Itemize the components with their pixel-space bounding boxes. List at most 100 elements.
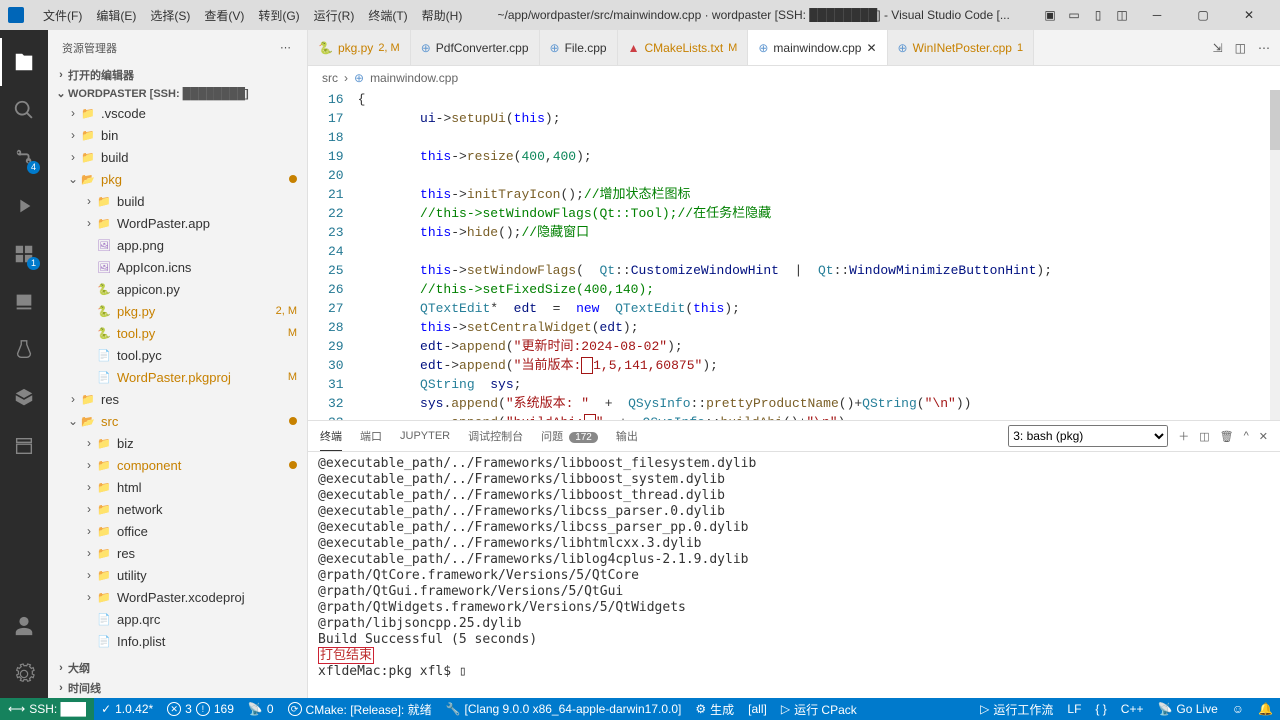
maximize-panel-icon[interactable]: ^ — [1244, 430, 1249, 442]
tab-pkg-py[interactable]: 🐍pkg.py2, M — [308, 30, 411, 65]
sb-problems[interactable]: ✕3 !169 — [160, 698, 241, 720]
project-icon[interactable] — [0, 422, 48, 470]
references-icon[interactable] — [0, 374, 48, 422]
tree-folder-src[interactable]: ⌄📂src — [48, 410, 307, 432]
tab-cmakelists[interactable]: ▲CMakeLists.txtM — [618, 30, 749, 65]
sb-build[interactable]: ⚙ 生成 — [688, 698, 741, 720]
tree-file-pkg-py[interactable]: 🐍pkg.py2, M — [48, 300, 307, 322]
tree-folder-vscode[interactable]: ›📁.vscode — [48, 102, 307, 124]
tree-file-appicon-py[interactable]: 🐍appicon.py — [48, 278, 307, 300]
tab-wininetposter[interactable]: ⊕WinINetPoster.cpp1 — [888, 30, 1035, 65]
sb-target[interactable]: [all] — [741, 698, 774, 720]
tree-folder-res[interactable]: ›📁res — [48, 388, 307, 410]
menu-selection[interactable]: 选择(S) — [143, 7, 197, 24]
breadcrumb[interactable]: src›⊕mainwindow.cpp — [308, 66, 1280, 90]
tree-folder-bin[interactable]: ›📁bin — [48, 124, 307, 146]
debug-console-tab[interactable]: 调试控制台 — [468, 428, 523, 444]
minimize-button[interactable]: ─ — [1134, 0, 1180, 30]
ports-tab[interactable]: 端口 — [360, 428, 382, 444]
sb-bell-icon[interactable]: 🔔 — [1251, 698, 1280, 720]
terminal-output[interactable]: @executable_path/../Frameworks/libboost_… — [308, 452, 1280, 698]
tree-folder-pkg[interactable]: ⌄📂pkg — [48, 168, 307, 190]
sb-feedback-icon[interactable]: ☺ — [1225, 698, 1251, 720]
account-icon[interactable] — [0, 602, 48, 650]
explorer-icon[interactable] — [0, 38, 48, 86]
maximize-button[interactable]: ▢ — [1180, 0, 1226, 30]
tree-folder-html[interactable]: ›📁html — [48, 476, 307, 498]
menu-file[interactable]: 文件(F) — [36, 7, 89, 24]
tree-folder-office[interactable]: ›📁office — [48, 520, 307, 542]
sb-ports[interactable]: 📡 0 — [241, 698, 281, 720]
tree-folder-network[interactable]: ›📁network — [48, 498, 307, 520]
terminal-tab[interactable]: 终端 — [320, 428, 342, 451]
search-icon[interactable] — [0, 86, 48, 134]
sb-kit[interactable]: 🔧 [Clang 9.0.0 x86_64-apple-darwin17.0.0… — [439, 698, 689, 720]
tree-file-appicon-icns[interactable]: 🖼AppIcon.icns — [48, 256, 307, 278]
sb-golive[interactable]: 📡 Go Live — [1150, 698, 1224, 720]
tree-folder-build[interactable]: ›📁build — [48, 146, 307, 168]
sb-language[interactable]: C++ — [1114, 698, 1151, 720]
layout-icon[interactable]: ◫ — [1113, 8, 1131, 22]
minimap[interactable] — [1270, 90, 1280, 420]
compare-icon[interactable]: ⇲ — [1213, 41, 1223, 55]
tree-folder-res2[interactable]: ›📁res — [48, 542, 307, 564]
close-tab-icon[interactable]: ✕ — [866, 41, 876, 55]
tree-folder-utility[interactable]: ›📁utility — [48, 564, 307, 586]
remote-indicator[interactable]: ⟷SSH: ███ — [0, 698, 94, 720]
menu-edit[interactable]: 编辑(E) — [89, 7, 143, 24]
close-button[interactable]: ✕ — [1226, 0, 1272, 30]
sb-cmake[interactable]: ⟳ CMake: [Release]: 就绪 — [281, 698, 439, 720]
tree-folder-component[interactable]: ›📁component — [48, 454, 307, 476]
layout-panel-left-icon[interactable]: ▣ — [1041, 8, 1059, 22]
split-terminal-icon[interactable]: ◫ — [1199, 430, 1209, 443]
sb-braces[interactable]: { } — [1088, 698, 1113, 720]
menu-help[interactable]: 帮助(H) — [415, 7, 470, 24]
terminal-dropdown[interactable]: 3: bash (pkg) — [1008, 425, 1168, 447]
layout-panel-right-icon[interactable]: ▯ — [1089, 8, 1107, 22]
split-editor-icon[interactable]: ◫ — [1235, 41, 1246, 55]
new-terminal-icon[interactable]: ＋ — [1178, 428, 1189, 444]
problems-tab[interactable]: 问题 172 — [541, 428, 598, 444]
run-debug-icon[interactable] — [0, 182, 48, 230]
extensions-icon[interactable]: 1 — [0, 230, 48, 278]
tree-folder-biz[interactable]: ›📁biz — [48, 432, 307, 454]
kill-terminal-icon[interactable]: 🗑 — [1220, 430, 1234, 443]
project-section[interactable]: ⌄WORDPASTER [SSH: ████████] — [48, 85, 307, 102]
tree-folder-pkg-build[interactable]: ›📁build — [48, 190, 307, 212]
tree-folder-wordpaster-app[interactable]: ›📁WordPaster.app — [48, 212, 307, 234]
tree-file-pkgproj[interactable]: 📄WordPaster.pkgprojM — [48, 366, 307, 388]
menu-view[interactable]: 查看(V) — [197, 7, 251, 24]
testing-icon[interactable] — [0, 326, 48, 374]
sb-prettier[interactable]: ✓ 1.0.42* — [94, 698, 160, 720]
code-content[interactable]: { ui->setupUi(this); this->resize(400,40… — [358, 90, 1270, 420]
sb-workflow[interactable]: ▷ 运行工作流 — [973, 698, 1060, 720]
timeline-section[interactable]: ›时间线 — [48, 678, 307, 698]
layout-panel-bottom-icon[interactable]: ▭ — [1065, 8, 1083, 22]
opened-editors-section[interactable]: ›打开的编辑器 — [48, 65, 307, 85]
tree-file-tool-py[interactable]: 🐍tool.pyM — [48, 322, 307, 344]
code-editor[interactable]: 161718192021222324252627282930313233 { u… — [308, 90, 1280, 420]
output-tab[interactable]: 输出 — [616, 428, 638, 444]
tree-file-info-plist[interactable]: 📄Info.plist — [48, 630, 307, 652]
more-actions-icon[interactable]: ⋯ — [1258, 41, 1270, 55]
tab-file-cpp[interactable]: ⊕File.cpp — [540, 30, 618, 65]
tree-file-app-qrc[interactable]: 📄app.qrc — [48, 608, 307, 630]
tab-pdfconverter[interactable]: ⊕PdfConverter.cpp — [411, 30, 540, 65]
close-panel-icon[interactable]: ✕ — [1259, 430, 1268, 443]
menu-run[interactable]: 运行(R) — [307, 7, 362, 24]
sb-run[interactable]: ▷ 运行 CPack — [774, 698, 864, 720]
tree-folder-xcodeproj[interactable]: ›📁WordPaster.xcodeproj — [48, 586, 307, 608]
source-control-icon[interactable]: 4 — [0, 134, 48, 182]
remote-explorer-icon[interactable] — [0, 278, 48, 326]
activity-bar: 4 1 — [0, 30, 48, 698]
tree-file-app-png[interactable]: 🖼app.png — [48, 234, 307, 256]
tree-file-tool-pyc[interactable]: 📄tool.pyc — [48, 344, 307, 366]
tab-mainwindow[interactable]: ⊕mainwindow.cpp✕ — [748, 30, 887, 65]
outline-section[interactable]: ›大纲 — [48, 658, 307, 678]
menu-go[interactable]: 转到(G) — [251, 7, 306, 24]
sb-encoding[interactable]: LF — [1060, 698, 1088, 720]
menu-terminal[interactable]: 终端(T) — [361, 7, 414, 24]
jupyter-tab[interactable]: JUPYTER — [400, 430, 450, 442]
sidebar-more-icon[interactable]: ⋯ — [280, 41, 293, 54]
settings-gear-icon[interactable] — [0, 650, 48, 698]
